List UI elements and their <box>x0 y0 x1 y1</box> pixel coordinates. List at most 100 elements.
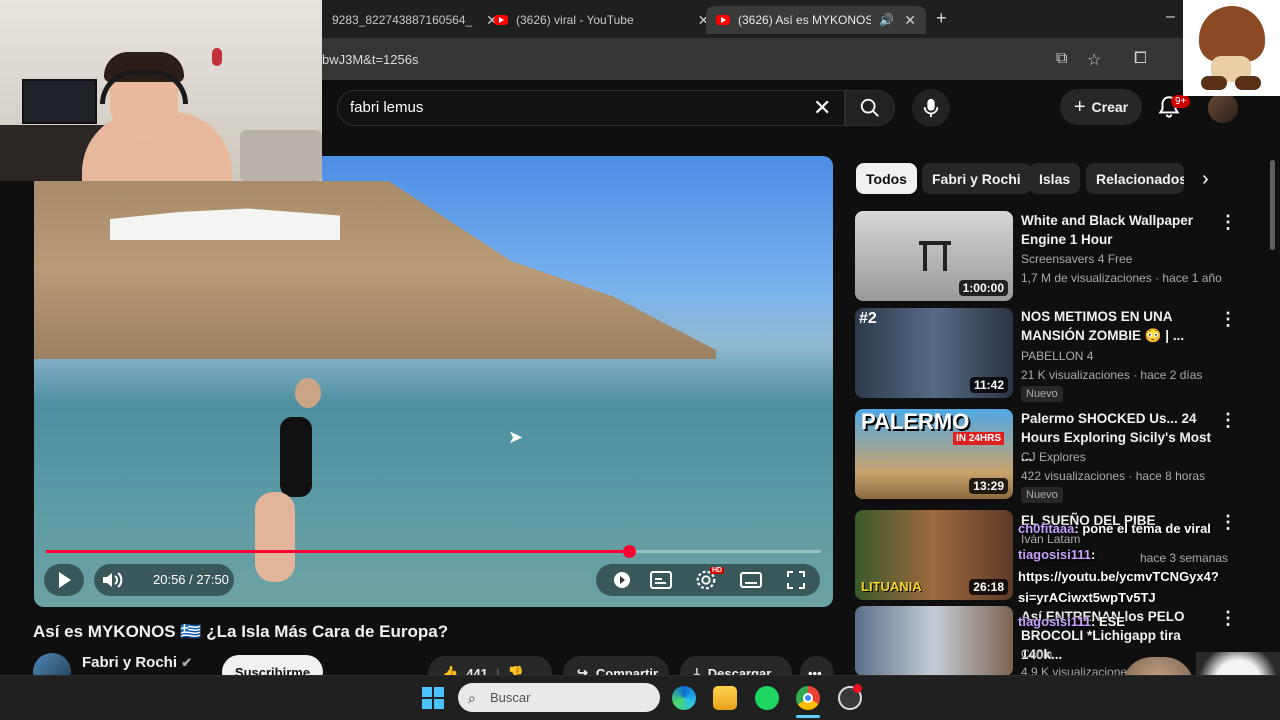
video-meta: 21 K visualizaciones · hace 2 días <box>1021 368 1203 382</box>
channel-name[interactable]: CJ Explores <box>1021 450 1086 464</box>
install-app-icon[interactable]: ⧉ <box>1056 50 1067 68</box>
edge-icon[interactable] <box>672 686 696 710</box>
channel-name-text: Fabri y Rochi <box>82 654 178 671</box>
more-options-icon[interactable]: ⋮ <box>1219 309 1237 330</box>
search-icon: ⌕ <box>468 690 476 706</box>
video-thumbnail[interactable]: 1:00:00 <box>855 211 1013 301</box>
taskbar-search[interactable]: Buscar <box>458 683 660 712</box>
taskbar-search-placeholder: Buscar <box>490 690 531 705</box>
video-thumbnail[interactable]: LITUANIA 26:18 <box>855 510 1013 600</box>
chevron-right-icon[interactable]: › <box>1202 168 1209 191</box>
notification-dot <box>853 684 862 693</box>
video-meta: hace 3 semanas <box>1140 551 1229 565</box>
chat-username: tiagosisi111 <box>1018 547 1091 562</box>
chip-islas[interactable]: Islas <box>1029 163 1081 194</box>
thumb-tag: LITUANIA <box>861 579 922 594</box>
video-meta: 1,7 M de visualizaciones · hace 1 año <box>1021 271 1222 285</box>
chat-text: : pone el tema de viral <box>1074 521 1211 536</box>
search-button[interactable] <box>845 90 895 126</box>
channel-name[interactable]: Fabri y Rochi ✔ <box>82 654 192 671</box>
title-line: NOS METIMOS EN UNA <box>1021 309 1173 324</box>
new-badge: Nuevo <box>1021 487 1063 503</box>
title-line: MANSIÓN ZOMBIE 😳 | ... <box>1021 328 1185 343</box>
windows-logo-icon <box>422 687 444 709</box>
active-app-indicator <box>796 715 820 718</box>
speaker-icon[interactable]: 🔊 <box>879 13 894 27</box>
chip-todos[interactable]: Todos <box>856 163 917 194</box>
video-title[interactable]: White and Black Wallpaper Engine 1 Hour <box>1021 211 1213 249</box>
progress-scrubber[interactable] <box>623 545 636 558</box>
bookmark-star-icon[interactable]: ☆ <box>1087 50 1101 70</box>
channel-name[interactable]: Canin <box>1021 647 1052 661</box>
clear-search-icon[interactable]: ✕ <box>813 95 831 121</box>
more-options-icon[interactable]: ⋮ <box>1219 608 1237 629</box>
title-line: Palermo SHOCKED Us... 24 <box>1021 411 1197 426</box>
theater-mode-button[interactable] <box>740 571 762 594</box>
url-text[interactable]: bwJ3M&t=1256s <box>322 52 418 67</box>
spotify-icon[interactable] <box>755 686 779 710</box>
video-duration: 13:29 <box>969 478 1008 494</box>
close-icon[interactable]: ✕ <box>904 12 916 29</box>
play-button[interactable] <box>44 564 84 596</box>
voice-search-button[interactable] <box>912 89 950 127</box>
tab-2[interactable]: (3626) viral - YouTube ✕ <box>484 6 719 34</box>
mic-icon <box>923 98 939 118</box>
chip-fabri-y-rochi[interactable]: Fabri y Rochi <box>922 163 1031 194</box>
video-thumbnail[interactable]: PALERMO IN 24HRS 13:29 <box>855 409 1013 499</box>
notification-count-badge: 9+ <box>1171 95 1191 108</box>
channel-name[interactable]: Screensavers 4 Free <box>1021 252 1132 266</box>
chat-username: tiagosisi111 <box>1018 614 1091 629</box>
hd-badge: HD <box>710 567 725 574</box>
more-options-icon[interactable]: ⋮ <box>1219 512 1237 533</box>
webcam-tv <box>22 79 97 124</box>
video-title[interactable]: NOS METIMOS EN UNA MANSIÓN ZOMBIE 😳 | ..… <box>1021 307 1213 345</box>
create-button[interactable]: + Crear <box>1060 89 1142 125</box>
new-tab-button[interactable]: + <box>936 8 947 29</box>
subtitles-icon <box>650 571 672 589</box>
tab-title: (3626) Así es MYKONOS 🇬🇷 <box>738 13 872 27</box>
tab-title: (3626) viral - YouTube <box>516 13 634 27</box>
more-options-icon[interactable]: ⋮ <box>1219 410 1237 431</box>
autoplay-toggle[interactable] <box>612 571 632 589</box>
time-display: 20:56 / 27:50 <box>153 572 229 587</box>
tab-3-active[interactable]: (3626) Así es MYKONOS 🇬🇷 🔊 ✕ <box>706 6 926 34</box>
mouse-cursor-icon: ➤ <box>508 427 524 447</box>
title-line: Engine 1 Hour <box>1021 232 1113 247</box>
youtube-favicon-icon <box>716 15 730 25</box>
extensions-icon[interactable]: ⧠ <box>1134 50 1147 68</box>
video-duration: 11:42 <box>969 377 1008 393</box>
minimize-icon[interactable]: – <box>1166 8 1175 26</box>
chrome-icon[interactable] <box>796 686 820 710</box>
windows-start-icon[interactable] <box>421 686 445 710</box>
goomba-foot <box>1235 76 1261 90</box>
volume-icon[interactable] <box>94 564 130 596</box>
goomba-foot <box>1201 76 1227 90</box>
scrollbar-thumb[interactable] <box>1270 160 1275 250</box>
streamer-webcam <box>0 0 322 181</box>
chat-message: tiagosisi111: <box>1018 547 1095 562</box>
video-title: Así es MYKONOS 🇬🇷 ¿La Isla Más Cara de E… <box>33 622 449 641</box>
video-duration: 26:18 <box>969 579 1008 595</box>
chat-message: tiagosisi111: ESE <box>1018 614 1125 629</box>
goomba-head <box>1199 6 1265 62</box>
plus-icon: + <box>1073 95 1086 118</box>
chip-relacionados[interactable]: Relacionados <box>1086 163 1184 194</box>
video-meta: 422 visualizaciones · hace 8 horas <box>1021 469 1206 483</box>
subtitles-button[interactable] <box>650 571 672 594</box>
channel-name[interactable]: PABELLON 4 <box>1021 349 1093 363</box>
thumb-tag: #2 <box>859 310 877 327</box>
search-query[interactable]: fabri lemus <box>350 99 423 116</box>
thumb-subtag: IN 24HRS <box>953 432 1005 445</box>
youtube-favicon-icon <box>494 15 508 25</box>
chat-text: : ESE <box>1091 614 1125 629</box>
title-line: White and Black Wallpaper <box>1021 213 1194 228</box>
more-options-icon[interactable]: ⋮ <box>1219 212 1237 233</box>
autoplay-icon <box>614 572 630 588</box>
tab-1[interactable]: 9283_822743887160564_ ✕ <box>322 6 508 34</box>
fullscreen-button[interactable] <box>786 570 806 595</box>
verified-icon: ✔ <box>181 655 193 670</box>
profile-avatar[interactable] <box>1208 93 1238 123</box>
video-thumbnail[interactable] <box>855 606 1013 676</box>
video-thumbnail[interactable]: #2 11:42 <box>855 308 1013 398</box>
file-explorer-icon[interactable] <box>713 686 737 710</box>
